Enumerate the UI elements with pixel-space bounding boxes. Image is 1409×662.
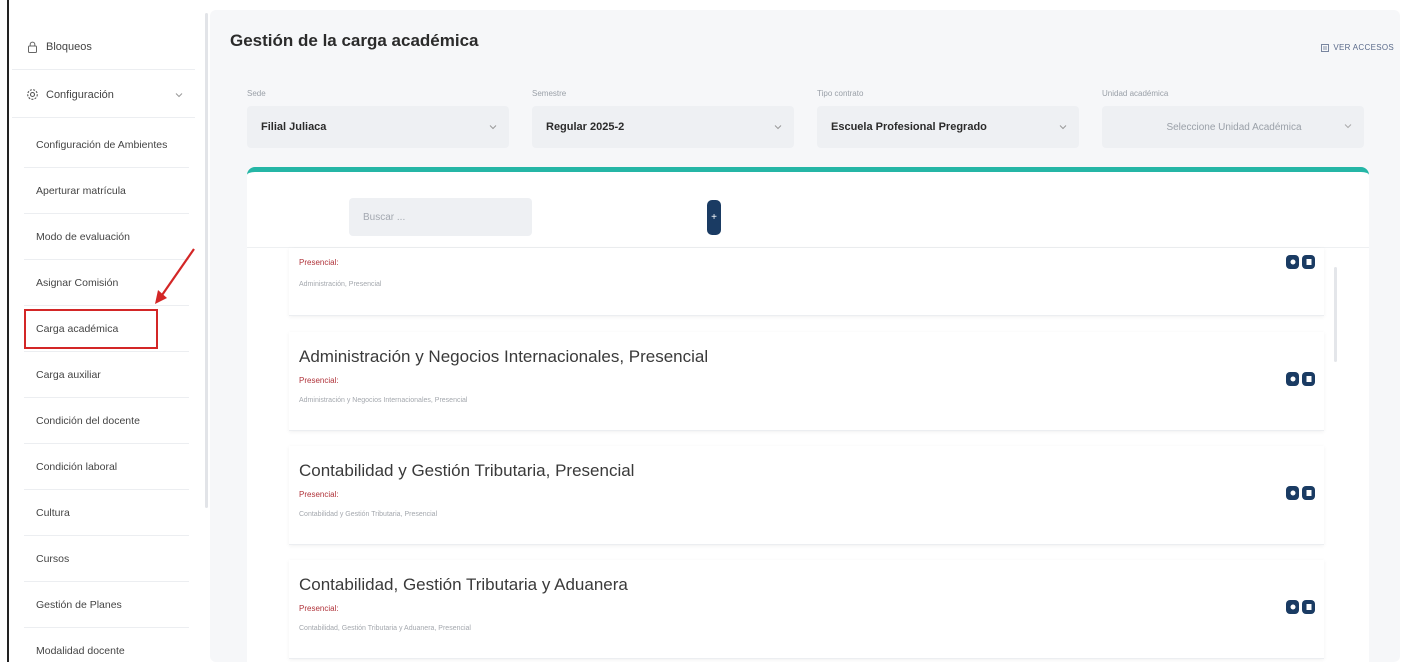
sidebar-item-label: Bloqueos — [46, 40, 92, 53]
sidebar-item-cursos[interactable]: Cursos — [24, 536, 189, 582]
list-button[interactable] — [1302, 600, 1315, 614]
chevron-down-icon — [1059, 121, 1067, 133]
list-item[interactable]: Contabilidad y Gestión Tributaria, Prese… — [289, 446, 1324, 545]
item-description: Administración y Negocios Internacionale… — [299, 397, 468, 404]
eye-icon — [1290, 604, 1295, 610]
tipo-contrato-select[interactable]: Escuela Profesional Pregrado — [817, 106, 1079, 148]
item-title: Contabilidad, Gestión Tributaria y Aduan… — [299, 575, 628, 594]
chevron-down-icon — [175, 89, 183, 101]
view-access-label: VER ACCESOS — [1333, 43, 1394, 52]
filter-unidad-academica: Unidad académica Seleccione Unidad Acadé… — [1102, 89, 1364, 148]
list-item[interactable]: Administración y Negocios Internacionale… — [289, 332, 1324, 431]
filter-label: Sede — [247, 89, 266, 98]
filter-semestre: Semestre Regular 2025-2 — [532, 89, 794, 148]
sidebar-item-label: Cursos — [36, 552, 70, 565]
document-icon — [1306, 490, 1311, 496]
select-value: Filial Juliaca — [261, 121, 327, 133]
item-description: Contabilidad, Gestión Tributaria y Aduan… — [299, 625, 471, 632]
view-button[interactable] — [1286, 372, 1299, 386]
document-icon — [1306, 604, 1311, 610]
sidebar-item-condicion-docente[interactable]: Condición del docente — [24, 398, 189, 444]
document-icon — [1306, 259, 1311, 265]
item-type: Presencial: — [299, 258, 339, 267]
select-value: Regular 2025-2 — [546, 121, 625, 133]
list-button[interactable] — [1302, 372, 1315, 386]
item-description: Administración, Presencial — [299, 281, 382, 288]
sidebar-item-label: Cultura — [36, 506, 70, 519]
item-actions — [1286, 372, 1315, 386]
filter-label: Tipo contrato — [817, 89, 864, 98]
filter-label: Semestre — [532, 89, 567, 98]
view-button[interactable] — [1286, 255, 1299, 269]
app-window: Bloqueos Configuración Configuración de … — [0, 0, 1409, 662]
lock-icon — [25, 40, 39, 54]
sidebar-item-label: Modo de evaluación — [36, 230, 130, 243]
list-item[interactable]: Presencial: Administración, Presencial — [289, 248, 1324, 316]
filter-tipo-contrato: Tipo contrato Escuela Profesional Pregra… — [817, 89, 1079, 148]
list-button[interactable] — [1302, 486, 1315, 500]
sidebar-item-configuracion-ambientes[interactable]: Configuración de Ambientes — [24, 122, 189, 168]
eye-icon — [1290, 376, 1295, 382]
sidebar-item-label: Configuración — [46, 88, 114, 101]
results-panel: Buscar ... + Presencial: Administración,… — [247, 167, 1369, 662]
filter-sede: Sede Filial Juliaca — [247, 89, 509, 148]
sidebar-item-bloqueos[interactable]: Bloqueos — [12, 24, 195, 70]
list-scrollbar[interactable] — [1334, 267, 1337, 362]
view-button[interactable] — [1286, 486, 1299, 500]
sidebar-item-cultura[interactable]: Cultura — [24, 490, 189, 536]
item-type: Presencial: — [299, 604, 339, 613]
semestre-select[interactable]: Regular 2025-2 — [532, 106, 794, 148]
add-label: + — [711, 212, 717, 223]
item-type: Presencial: — [299, 490, 339, 499]
sidebar-item-label: Aperturar matrícula — [36, 184, 126, 197]
sidebar-item-modalidad-docente[interactable]: Modalidad docente — [24, 628, 189, 662]
chevron-down-icon — [489, 121, 497, 133]
sidebar-item-configuracion[interactable]: Configuración — [12, 72, 195, 118]
list-button[interactable] — [1302, 255, 1315, 269]
add-button[interactable]: + — [707, 200, 721, 235]
item-actions — [1286, 255, 1315, 269]
page-title: Gestión de la carga académica — [230, 31, 479, 50]
item-actions — [1286, 600, 1315, 614]
eye-icon — [1290, 259, 1295, 265]
sidebar-item-condicion-laboral[interactable]: Condición laboral — [24, 444, 189, 490]
panel-toolbar: Buscar ... + — [247, 172, 1369, 248]
list-item[interactable]: Contabilidad, Gestión Tributaria y Aduan… — [289, 560, 1324, 659]
select-value: Escuela Profesional Pregrado — [831, 121, 987, 133]
sidebar-item-gestion-planes[interactable]: Gestión de Planes — [24, 582, 189, 628]
sidebar-item-label: Condición del docente — [36, 414, 140, 427]
item-actions — [1286, 486, 1315, 500]
eye-icon — [1290, 490, 1295, 496]
sidebar-item-label: Modalidad docente — [36, 644, 125, 657]
item-title: Administración y Negocios Internacionale… — [299, 347, 709, 366]
search-input[interactable]: Buscar ... — [349, 198, 532, 236]
item-type: Presencial: — [299, 376, 339, 385]
view-access-link[interactable]: VER ACCESOS — [1321, 43, 1394, 52]
sidebar-item-label: Carga auxiliar — [36, 368, 101, 381]
view-button[interactable] — [1286, 600, 1299, 614]
main-content: Gestión de la carga académica VER ACCESO… — [210, 10, 1400, 662]
item-description: Contabilidad y Gestión Tributaria, Prese… — [299, 511, 438, 518]
sede-select[interactable]: Filial Juliaca — [247, 106, 509, 148]
sidebar-item-label: Asignar Comisión — [36, 276, 119, 289]
window-edge — [7, 0, 9, 662]
sidebar-item-carga-auxiliar[interactable]: Carga auxiliar — [24, 352, 189, 398]
sidebar-item-label: Configuración de Ambientes — [36, 138, 168, 151]
sidebar-item-label: Condición laboral — [36, 460, 118, 473]
unidad-academica-select[interactable]: Seleccione Unidad Académica — [1102, 106, 1364, 148]
select-placeholder: Seleccione Unidad Académica — [1166, 121, 1302, 133]
sidebar-item-label: Gestión de Planes — [36, 598, 122, 611]
filter-label: Unidad académica — [1102, 89, 1169, 98]
gear-icon — [25, 88, 39, 102]
chevron-down-icon — [1344, 121, 1352, 132]
sidebar-item-aperturar-matricula[interactable]: Aperturar matrícula — [24, 168, 189, 214]
sidebar-scrollbar[interactable] — [205, 13, 208, 508]
highlight-box — [24, 309, 158, 349]
annotation-arrow-icon — [155, 248, 195, 304]
chevron-down-icon — [774, 121, 782, 133]
document-icon — [1306, 376, 1311, 382]
list-icon — [1321, 43, 1330, 52]
item-title: Contabilidad y Gestión Tributaria, Prese… — [299, 461, 635, 480]
search-placeholder: Buscar ... — [363, 211, 406, 223]
